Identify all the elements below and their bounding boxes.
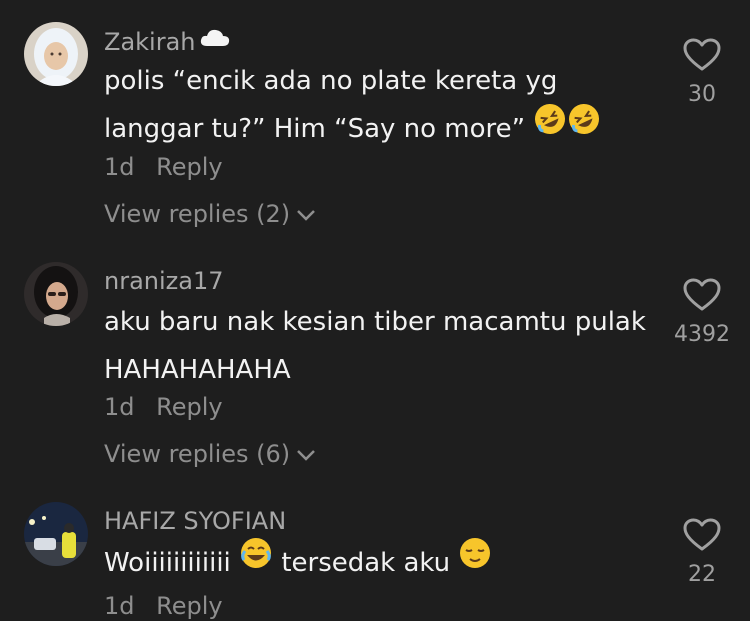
view-replies-button[interactable]: View replies (2) bbox=[104, 199, 316, 229]
comment-text: aku baru nak kesian tiber macamtu pulak … bbox=[104, 307, 646, 385]
like-count: 4392 bbox=[674, 322, 730, 347]
username[interactable]: Zakirah bbox=[104, 26, 232, 57]
heart-icon bbox=[683, 38, 721, 76]
like-button[interactable]: 30 bbox=[657, 38, 747, 108]
comment-text: polis “encik ada no plate kereta yg lang… bbox=[104, 57, 664, 153]
chevron-down-icon bbox=[296, 199, 316, 229]
like-count: 30 bbox=[688, 82, 716, 107]
reply-button[interactable]: Reply bbox=[156, 393, 222, 421]
heart-icon bbox=[683, 518, 721, 556]
comment-text: Woiiiiiiiiiiii tersedak aku bbox=[104, 536, 664, 587]
heart-icon bbox=[683, 278, 721, 316]
face-with-tears-of-joy-emoji bbox=[239, 536, 273, 586]
timestamp: 1d bbox=[104, 592, 135, 620]
cloud-icon bbox=[198, 26, 232, 57]
rolling-on-floor-laughing-emoji bbox=[533, 102, 567, 152]
reply-button[interactable]: Reply bbox=[156, 153, 222, 181]
username[interactable]: nraniza17 bbox=[104, 266, 224, 296]
chevron-down-icon bbox=[296, 439, 316, 469]
timestamp: 1d bbox=[104, 393, 135, 421]
view-replies-button[interactable]: View replies (6) bbox=[104, 439, 316, 469]
avatar[interactable] bbox=[24, 502, 88, 566]
like-count: 22 bbox=[688, 562, 716, 587]
reply-button[interactable]: Reply bbox=[156, 592, 222, 620]
avatar[interactable] bbox=[24, 262, 88, 326]
avatar[interactable] bbox=[24, 22, 88, 86]
like-button[interactable]: 4392 bbox=[657, 278, 747, 348]
relieved-face-emoji bbox=[458, 536, 492, 586]
like-button[interactable]: 22 bbox=[657, 518, 747, 588]
comment-meta: 1d Reply bbox=[104, 591, 223, 621]
rolling-on-floor-laughing-emoji bbox=[567, 102, 601, 152]
comment-meta: 1d Reply bbox=[104, 392, 223, 422]
comment-meta: 1d Reply bbox=[104, 152, 223, 182]
username[interactable]: HAFIZ SYOFIAN bbox=[104, 506, 286, 536]
timestamp: 1d bbox=[104, 153, 135, 181]
